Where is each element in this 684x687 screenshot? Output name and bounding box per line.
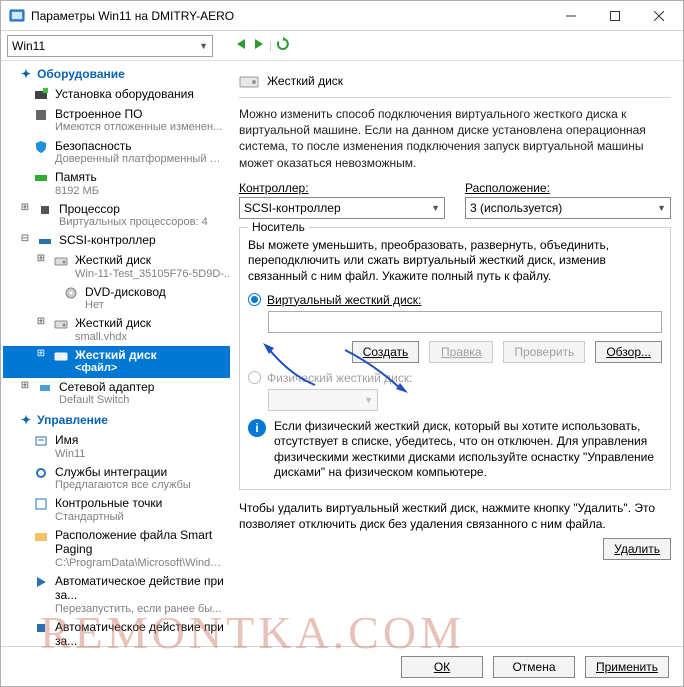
dvd-icon [63, 285, 79, 301]
toolbar: Win11 ▼ | [1, 31, 683, 61]
tree-auto-stop-action[interactable]: Автоматическое действие при за...Сохрани… [3, 618, 230, 646]
action-icon [33, 620, 49, 636]
radio-virtual-disk-label: Виртуальный жесткий диск: [267, 293, 421, 307]
tree-hard-disk-3-selected[interactable]: ⊞ Жесткий диск<файл> [3, 346, 230, 378]
tree-network-adapter[interactable]: ⊞ Сетевой адаптерDefault Switch [3, 378, 230, 410]
window-title: Параметры Win11 на DMITRY-AERO [31, 9, 549, 23]
expand-icon[interactable]: ⊞ [35, 348, 47, 360]
titlebar: Параметры Win11 на DMITRY-AERO [1, 1, 683, 31]
nav-back-button[interactable] [235, 38, 247, 53]
firmware-icon [33, 107, 49, 123]
panel-title-text: Жесткий диск [267, 74, 343, 88]
category-management[interactable]: ✦Управление [3, 409, 230, 431]
hard-disk-icon [53, 253, 69, 269]
hard-disk-icon [239, 71, 259, 91]
collapse-icon[interactable]: ⊟ [19, 233, 31, 245]
tree-firmware[interactable]: Встроенное ПОИмеются отложенные изменен.… [3, 105, 230, 137]
scsi-icon [37, 233, 53, 249]
category-hardware[interactable]: ✦Оборудование [3, 63, 230, 85]
tree-security[interactable]: БезопасностьДоверенный платформенный мо.… [3, 137, 230, 169]
radio-physical-disk-label: Физический жесткий диск: [267, 371, 412, 385]
physical-disk-combo: ▼ [268, 389, 378, 411]
expand-icon[interactable]: ⊞ [35, 316, 47, 328]
footer: ОК Отмена Применить [1, 646, 683, 686]
tree-hard-disk-2[interactable]: ⊞ Жесткий дискsmall.vhdx [3, 314, 230, 346]
radio-icon [248, 371, 261, 384]
tree-smart-paging[interactable]: Расположение файла Smart PagingC:\Progra… [3, 526, 230, 572]
tree-auto-start-action[interactable]: Автоматическое действие при за...Перезап… [3, 572, 230, 618]
controller-combo[interactable]: SCSI-контроллер ▼ [239, 197, 445, 219]
tree-name[interactable]: ИмяWin11 [3, 431, 230, 463]
hard-disk-icon [53, 348, 69, 364]
name-icon [33, 433, 49, 449]
expand-icon[interactable]: ⊞ [35, 253, 47, 265]
gear-icon [33, 465, 49, 481]
media-description: Вы можете уменьшить, преобразовать, разв… [248, 238, 662, 285]
edit-button: Правка [429, 341, 493, 363]
location-combo[interactable]: 3 (используется) ▼ [465, 197, 671, 219]
vm-selector-value: Win11 [12, 39, 45, 53]
maximize-button[interactable] [593, 1, 637, 31]
chevron-down-icon: ▼ [199, 41, 208, 51]
close-button[interactable] [637, 1, 681, 31]
radio-physical-disk: Физический жесткий диск: [248, 371, 662, 385]
chevron-down-icon: ▼ [364, 395, 373, 405]
chevron-down-icon: ▼ [657, 203, 666, 213]
expand-icon[interactable]: ⊞ [19, 202, 31, 214]
delete-description: Чтобы удалить виртуальный жесткий диск, … [239, 500, 671, 532]
panel-title: Жесткий диск [239, 67, 671, 98]
location-label: Расположение: [465, 181, 671, 195]
checkpoint-icon [33, 496, 49, 512]
media-group: Носитель Вы можете уменьшить, преобразов… [239, 227, 671, 490]
tree-checkpoints[interactable]: Контрольные точкиСтандартный [3, 494, 230, 526]
delete-button[interactable]: Удалить [603, 538, 671, 560]
chevron-down-icon: ▼ [431, 203, 440, 213]
apply-button[interactable]: Применить [585, 656, 669, 678]
media-group-title: Носитель [248, 220, 309, 234]
hard-disk-icon [53, 316, 69, 332]
star-icon: ✦ [21, 413, 31, 427]
ok-button[interactable]: ОК [401, 656, 483, 678]
panel-description: Можно изменить способ подключения виртуа… [239, 106, 671, 171]
info-icon: i [248, 419, 266, 437]
memory-icon [33, 170, 49, 186]
tree-hard-disk-1[interactable]: ⊞ Жесткий дискWin-11-Test_35105F76-5D9D-… [3, 251, 230, 283]
shield-icon [33, 139, 49, 155]
tree-processor[interactable]: ⊞ ПроцессорВиртуальных процессоров: 4 [3, 200, 230, 232]
vhd-path-input[interactable] [268, 311, 662, 333]
tree-integration-services[interactable]: Службы интеграцииПредлагаются все службы [3, 463, 230, 495]
vm-selector[interactable]: Win11 ▼ [7, 35, 213, 57]
folder-icon [33, 528, 49, 544]
left-pane: ✦Оборудование Установка оборудования Вст… [1, 61, 231, 646]
tree-dvd-drive[interactable]: DVD-дисководНет [3, 283, 230, 315]
radio-virtual-disk[interactable]: Виртуальный жесткий диск: [248, 293, 662, 307]
browse-button[interactable]: Обзор... [595, 341, 662, 363]
app-icon [9, 8, 25, 24]
radio-icon [248, 293, 261, 306]
verify-button: Проверить [503, 341, 585, 363]
expand-icon[interactable]: ⊞ [19, 380, 31, 392]
star-icon: ✦ [21, 67, 31, 81]
info-text: Если физический жесткий диск, который вы… [274, 419, 662, 481]
tree-scsi-controller[interactable]: ⊟ SCSI-контроллер [3, 231, 230, 251]
cancel-button[interactable]: Отмена [493, 656, 575, 678]
refresh-button[interactable] [276, 37, 290, 54]
tree-add-hardware[interactable]: Установка оборудования [3, 85, 230, 105]
cpu-icon [37, 202, 53, 218]
controller-label: Контроллер: [239, 181, 445, 195]
action-icon [33, 574, 49, 590]
right-pane: Жесткий диск Можно изменить способ подкл… [231, 61, 683, 646]
minimize-button[interactable] [549, 1, 593, 31]
create-button[interactable]: Создать [352, 341, 420, 363]
tree-memory[interactable]: Память8192 МБ [3, 168, 230, 200]
network-icon [37, 380, 53, 396]
add-hardware-icon [33, 87, 49, 103]
nav-forward-button[interactable] [253, 38, 265, 53]
